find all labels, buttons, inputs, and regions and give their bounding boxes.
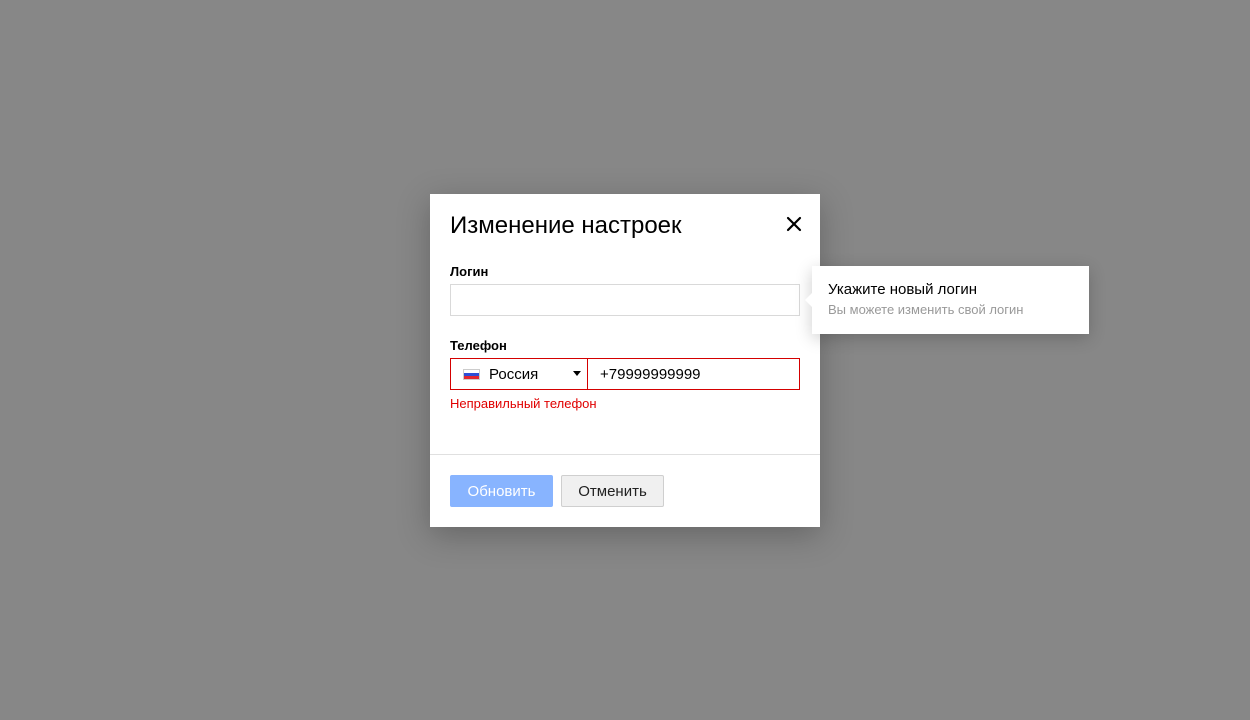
tooltip-subtitle: Вы можете изменить свой логин: [828, 302, 1024, 317]
phone-input[interactable]: [588, 359, 799, 389]
tooltip-arrow: [805, 293, 812, 307]
dropdown-arrow-icon: [573, 371, 581, 376]
country-name: Россия: [489, 365, 539, 383]
phone-error-message: Неправильный телефон: [450, 396, 597, 411]
login-hint-tooltip: Укажите новый логин Вы можете изменить с…: [805, 266, 1089, 334]
russia-flag-icon: [463, 368, 480, 380]
cancel-button[interactable]: Отменить: [561, 475, 664, 507]
close-icon: [786, 216, 802, 232]
dialog-title: Изменение настроек: [450, 212, 682, 239]
login-input[interactable]: [450, 284, 800, 316]
tooltip-title: Укажите новый логин: [828, 281, 978, 298]
phone-label: Телефон: [450, 338, 507, 353]
update-button[interactable]: Обновить: [450, 475, 553, 507]
footer-divider: [430, 454, 820, 455]
login-label: Логин: [450, 264, 489, 279]
phone-field-group: Россия: [450, 358, 800, 390]
country-select[interactable]: Россия: [451, 359, 588, 389]
settings-dialog: Изменение настроек Логин Телефон Россия …: [430, 194, 820, 527]
close-button[interactable]: [784, 214, 804, 234]
